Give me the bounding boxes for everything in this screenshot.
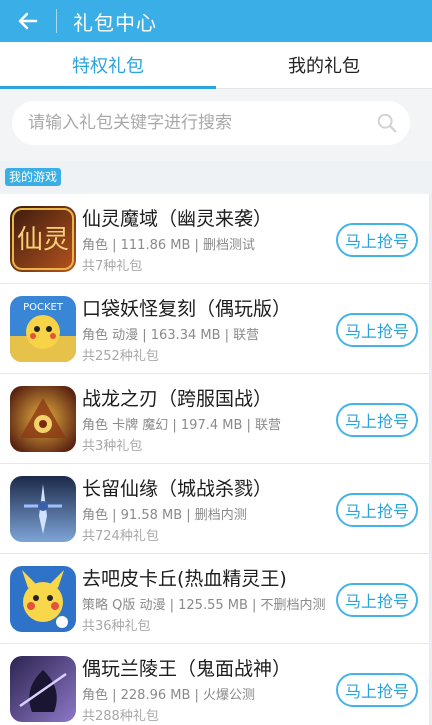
game-name: 长留仙缘（城战杀戮） [82,478,273,500]
game-icon [10,566,76,632]
list-item[interactable]: POCKET 口袋妖怪复刻（偶玩版） 角色 动漫 | 163.34 MB | 联… [0,284,432,374]
arrow-left-icon [18,12,38,30]
back-button[interactable] [0,0,56,42]
game-meta: 角色 | 91.58 MB | 删档内测 [82,508,247,523]
list-item[interactable]: 长留仙缘（城战杀戮） 角色 | 91.58 MB | 删档内测 共724种礼包 … [0,464,432,554]
search-icon[interactable] [376,112,398,134]
tab-privilege-gifts[interactable]: 特权礼包 [0,42,216,89]
list-item[interactable]: 去吧皮卡丘(热血精灵王) 策略 Q版 动漫 | 125.55 MB | 不删档内… [0,554,432,644]
top-bar: 礼包中心 [0,0,432,42]
search-area [0,89,432,161]
game-icon [10,476,76,542]
search-input[interactable] [28,113,358,133]
game-name: 去吧皮卡丘(热血精灵王) [82,568,287,590]
page-title: 礼包中心 [73,10,157,35]
list-item[interactable]: 战龙之刃（跨服国战） 角色 卡牌 魔幻 | 197.4 MB | 联营 共3种礼… [0,374,432,464]
game-meta: 策略 Q版 动漫 | 125.55 MB | 不删档内测 [82,598,326,613]
game-icon: 仙灵 [10,206,76,272]
grab-gift-button[interactable]: 马上抢号 [336,403,418,437]
svg-text:仙灵: 仙灵 [17,225,69,255]
gift-count: 共288种礼包 [82,709,159,724]
game-gift-list: 仙灵 仙灵魔域（幽灵来袭） 角色 | 111.86 MB | 删档测试 共7种礼… [0,194,432,725]
game-meta: 角色 | 111.86 MB | 删档测试 [82,238,256,253]
game-name: 战龙之刃（跨服国战） [82,388,273,410]
game-icon: POCKET [10,296,76,362]
game-name: 仙灵魔域（幽灵来袭） [82,208,273,230]
game-name: 偶玩兰陵王（鬼面战神） [82,658,292,680]
svg-text:POCKET: POCKET [23,302,64,313]
game-icon [10,386,76,452]
grab-gift-button[interactable]: 马上抢号 [336,583,418,617]
gift-count: 共252种礼包 [82,349,159,364]
gift-count: 共36种礼包 [82,619,151,634]
tab-my-gifts[interactable]: 我的礼包 [216,42,432,88]
list-item[interactable]: 偶玩兰陵王（鬼面战神） 角色 | 228.96 MB | 火爆公测 共288种礼… [0,644,432,725]
section-label-my-games: 我的游戏 [5,168,62,186]
grab-gift-button[interactable]: 马上抢号 [336,673,418,707]
header-divider [56,9,57,33]
game-name: 口袋妖怪复刻（偶玩版） [82,298,292,320]
tab-bar: 特权礼包 我的礼包 [0,42,432,89]
game-meta: 角色 动漫 | 163.34 MB | 联营 [82,328,260,343]
gift-count: 共724种礼包 [82,529,159,544]
grab-gift-button[interactable]: 马上抢号 [336,313,418,347]
list-item[interactable]: 仙灵 仙灵魔域（幽灵来袭） 角色 | 111.86 MB | 删档测试 共7种礼… [0,194,432,284]
grab-gift-button[interactable]: 马上抢号 [336,493,418,527]
gift-count: 共3种礼包 [82,439,143,454]
gift-count: 共7种礼包 [82,259,143,274]
search-box [12,101,410,145]
game-meta: 角色 | 228.96 MB | 火爆公测 [82,688,256,703]
grab-gift-button[interactable]: 马上抢号 [336,223,418,257]
game-meta: 角色 卡牌 魔幻 | 197.4 MB | 联营 [82,418,282,433]
game-icon [10,656,76,722]
